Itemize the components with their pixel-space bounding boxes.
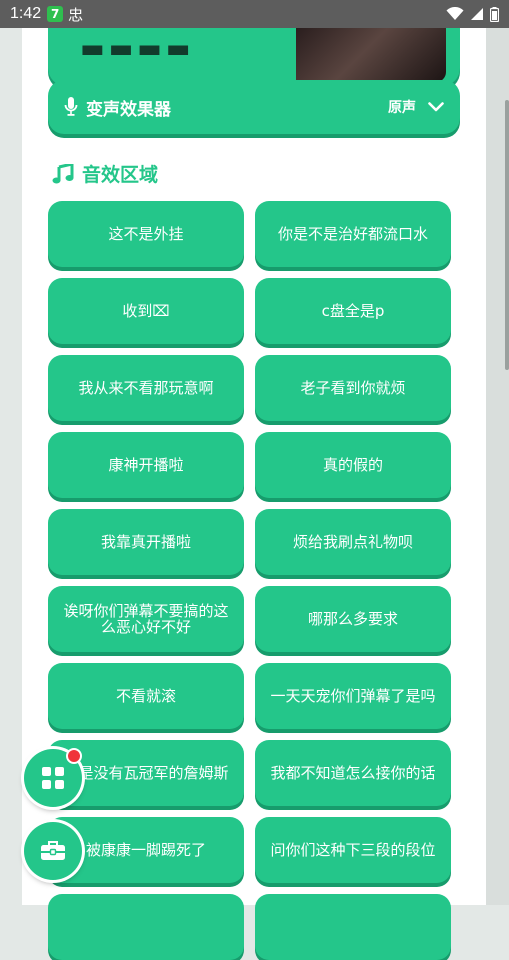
sound-effect-button[interactable]: 老子看到你就烦 <box>255 355 451 421</box>
status-notification-text: 忠 <box>68 5 84 24</box>
sound-effect-button[interactable]: 我靠真开播啦 <box>48 509 244 575</box>
sound-effect-button[interactable]: 哪那么多要求 <box>255 586 451 652</box>
banner-art: ▬▬▬▬ <box>80 34 195 64</box>
chevron-down-icon <box>428 102 444 112</box>
top-banner: ▬▬▬▬ <box>48 28 460 86</box>
sound-effect-button[interactable]: 收到⌧ <box>48 278 244 344</box>
voice-changer-title: 变声效果器 <box>86 99 171 120</box>
notification-dot <box>66 748 82 764</box>
sound-effect-button[interactable] <box>255 894 451 960</box>
wifi-icon <box>446 7 464 20</box>
sound-effect-button[interactable]: 烦给我刷点礼物呗 <box>255 509 451 575</box>
toolbox-icon <box>41 841 65 860</box>
sound-effect-button[interactable]: 问你们这种下三段的段位 <box>255 817 451 883</box>
voice-changer-value: 原声 <box>388 100 416 116</box>
sound-effect-button[interactable]: 不看就滚 <box>48 663 244 729</box>
sound-effect-button[interactable]: 我从来不看那玩意啊 <box>48 355 244 421</box>
sound-effects-grid: 这不是外挂 你是不是治好都流口水 收到⌧ c盘全是p 我从来不看那玩意啊 老子看… <box>48 201 452 960</box>
grid-icon <box>42 767 64 789</box>
battery-icon <box>490 6 499 22</box>
apps-fab-button[interactable] <box>24 748 82 807</box>
music-note-icon <box>52 163 74 183</box>
status-bar: 1:42 7 忠 <box>0 0 509 28</box>
scrollbar[interactable] <box>505 100 509 370</box>
sound-effect-button[interactable]: 我都不知道怎么接你的话 <box>255 740 451 806</box>
sound-effect-button[interactable] <box>48 894 244 960</box>
status-time: 1:42 <box>10 5 42 22</box>
sound-effect-button[interactable]: 你是不是治好都流口水 <box>255 201 451 267</box>
sound-effect-button[interactable]: 真的假的 <box>255 432 451 498</box>
sound-effect-button[interactable]: 一天天宠你们弹幕了是吗 <box>255 663 451 729</box>
signal-icon <box>471 8 483 20</box>
sound-effect-button[interactable]: c盘全是p <box>255 278 451 344</box>
app-notification-badge: 7 <box>47 6 64 22</box>
banner-photo <box>296 28 446 82</box>
section-title: 音效区域 <box>82 164 159 186</box>
toolbox-fab-button[interactable] <box>24 822 82 880</box>
sound-effect-button[interactable]: 康神开播啦 <box>48 432 244 498</box>
status-icons <box>446 6 499 22</box>
sound-effect-button[interactable]: 诶呀你们弹幕不要搞的这么恶心好不好 <box>48 586 244 652</box>
voice-changer-dropdown[interactable]: 变声效果器 原声 <box>48 80 460 134</box>
sound-effect-button[interactable]: 这不是外挂 <box>48 201 244 267</box>
sound-effects-header: 音效区域 <box>52 160 158 187</box>
microphone-icon <box>64 97 78 116</box>
